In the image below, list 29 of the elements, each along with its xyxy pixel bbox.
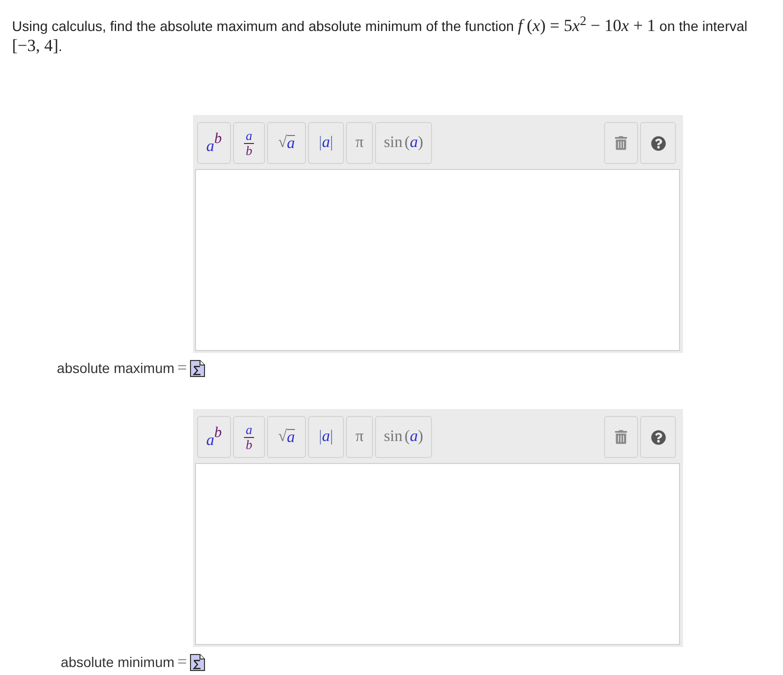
trash-icon	[615, 430, 627, 444]
pi-button[interactable]: π	[346, 416, 373, 458]
power-button[interactable]: ab	[197, 122, 231, 164]
trash-icon	[615, 136, 627, 150]
sine-button[interactable]: sin(a)	[375, 416, 432, 458]
equals-sign: =	[177, 653, 187, 671]
fraction-button[interactable]: a b	[233, 122, 265, 164]
delete-button[interactable]	[604, 416, 638, 458]
formula-document-icon[interactable]	[190, 360, 205, 376]
absolute-value-button[interactable]: |a|	[308, 416, 344, 458]
absolute-value-button[interactable]: |a|	[308, 122, 344, 164]
question-text: Using calculus, find the absolute maximum and absolute minimum of the function f (x) = 5x$^{2}$ − 10x + 1 on the interval [−3, 4].	[12, 16, 748, 56]
equals-sign: =	[177, 359, 187, 377]
power-button[interactable]: ab	[197, 416, 231, 458]
answer-label: absolute maximum	[56, 359, 174, 377]
square-root-button[interactable]: √a	[267, 416, 306, 458]
answer-label: absolute minimum	[60, 653, 174, 671]
sine-button[interactable]: sin(a)	[375, 122, 432, 164]
fraction-button[interactable]: a b	[233, 416, 265, 458]
answer-input[interactable]	[195, 169, 680, 351]
pi-button[interactable]: π	[346, 122, 373, 164]
help-icon	[650, 430, 666, 444]
square-root-button[interactable]: √a	[267, 122, 306, 164]
help-button[interactable]	[640, 122, 676, 164]
delete-button[interactable]	[604, 122, 638, 164]
help-button[interactable]	[640, 416, 676, 458]
answer-input[interactable]	[195, 463, 680, 645]
help-icon	[650, 136, 666, 150]
formula-document-icon[interactable]	[190, 654, 205, 670]
